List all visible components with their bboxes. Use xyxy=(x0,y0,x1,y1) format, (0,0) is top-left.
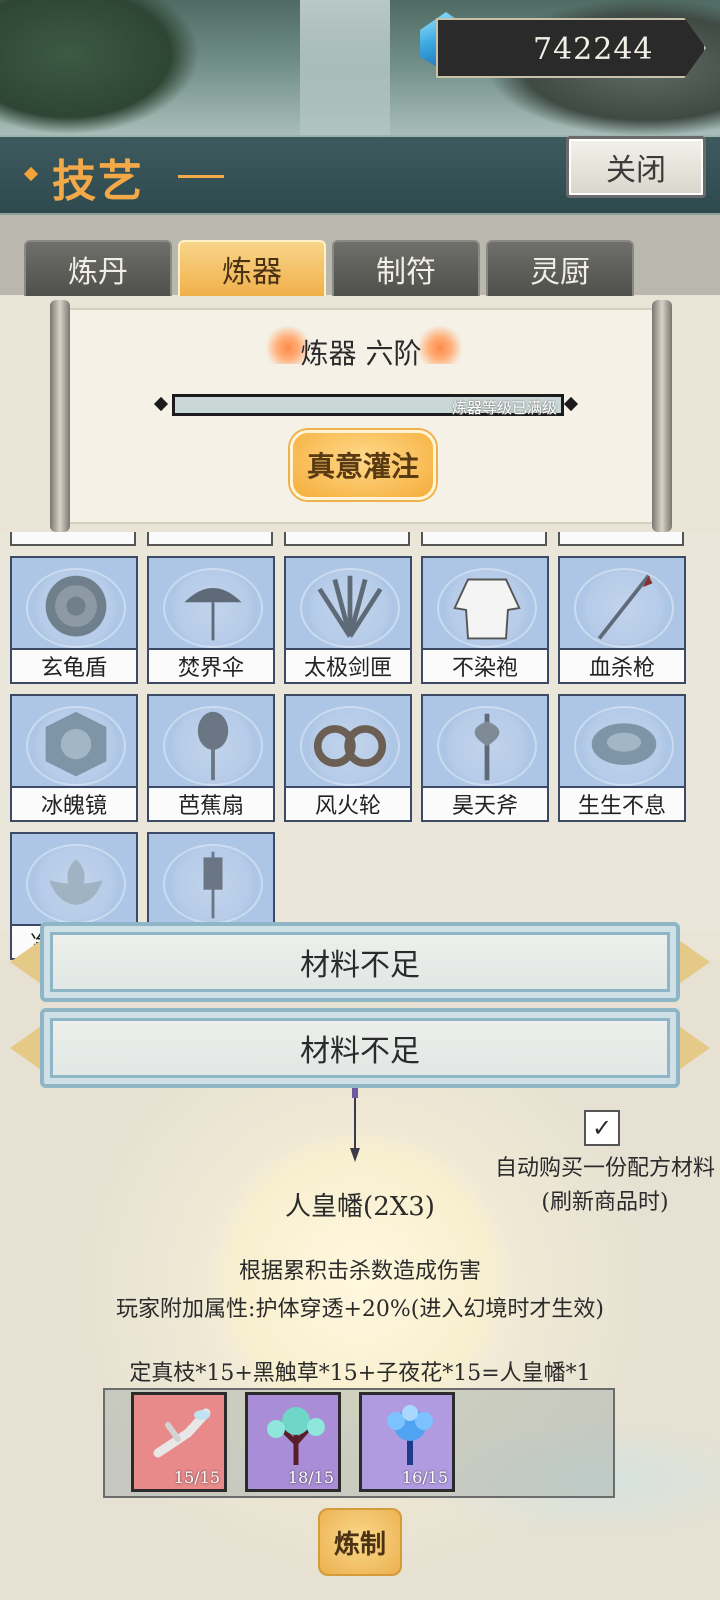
title-underline xyxy=(178,175,224,178)
scroll-rod-right xyxy=(652,300,672,532)
recipe-item[interactable]: 太极剑匣 xyxy=(284,556,412,684)
item-label: 昊天斧 xyxy=(423,786,547,820)
rank-title: 炼器 六阶 xyxy=(300,337,422,370)
item-icon xyxy=(203,851,223,919)
item-icon xyxy=(453,578,521,640)
recipe-item[interactable]: 生生不息 xyxy=(558,694,686,822)
recipe-item[interactable]: 芭蕉扇 xyxy=(147,694,275,822)
banner-weapon-icon xyxy=(350,1088,360,1162)
page-title: 技艺 xyxy=(52,156,144,207)
recipe-item[interactable]: 血杀枪 xyxy=(558,556,686,684)
item-description: 根据累积击杀数造成伤害 xyxy=(238,1259,481,1284)
item-label: 生生不息 xyxy=(560,786,684,820)
rank-panel: 炼器 六阶 炼器等级已满级 真意灌注 xyxy=(50,300,672,532)
auto-buy-line1: 自动购买一份配方材料 xyxy=(494,1156,715,1181)
item-attribute: 玩家附加属性:护体穿透+20%(进入幻境时才生效) xyxy=(116,1297,604,1322)
currency-counter: 742244 xyxy=(436,18,706,78)
toast-text: 材料不足 xyxy=(300,1034,420,1069)
material-count: 16/15 xyxy=(401,1468,448,1487)
item-icon xyxy=(197,711,229,781)
tab-talisman[interactable]: 制符 xyxy=(332,240,480,296)
tab-forging[interactable]: 炼器 xyxy=(178,240,326,296)
material-slot[interactable]: 16/15 xyxy=(359,1392,455,1492)
grid-scrolled-row xyxy=(0,532,720,546)
item-icon xyxy=(184,588,242,641)
recipe-item[interactable]: 焚界伞 xyxy=(147,556,275,684)
material-slot[interactable]: 18/15 xyxy=(245,1392,341,1492)
item-label: 太极剑匣 xyxy=(286,648,410,682)
recipe-formula: 定真枝*15+黑触草*15+子夜花*15=人皇幡*1 xyxy=(129,1361,591,1386)
material-count: 18/15 xyxy=(287,1468,334,1487)
auto-buy-checkbox[interactable]: ✓ xyxy=(584,1110,620,1146)
item-name: 人皇幡(2X3) xyxy=(285,1192,435,1222)
recipe-item[interactable]: 玄龟盾 xyxy=(10,556,138,684)
recipe-item[interactable]: 不染袍 xyxy=(421,556,549,684)
craft-button[interactable]: 炼制 xyxy=(318,1508,402,1576)
title-ornament xyxy=(23,166,39,182)
branch-icon xyxy=(153,1408,211,1458)
progress-text: 炼器等级已满级 xyxy=(451,399,557,417)
item-label: 血杀枪 xyxy=(560,648,684,682)
item-icon xyxy=(49,859,103,905)
currency-amount: 742244 xyxy=(533,32,654,67)
material-slot[interactable]: 15/15 xyxy=(131,1392,227,1492)
recipe-item[interactable]: 冰魄镜 xyxy=(10,694,138,822)
item-icon xyxy=(45,711,107,777)
item-icon xyxy=(597,574,653,640)
item-label: 玄龟盾 xyxy=(12,648,136,682)
toast-message: 材料不足 xyxy=(10,922,710,1002)
item-icon xyxy=(317,575,383,638)
item-label: 风火轮 xyxy=(286,786,410,820)
item-label: 芭蕉扇 xyxy=(149,786,273,820)
item-icon xyxy=(313,725,387,767)
item-icon xyxy=(474,713,500,781)
toast-message: 材料不足 xyxy=(10,1008,710,1088)
item-label: 焚界伞 xyxy=(149,648,273,682)
infuse-button[interactable]: 真意灌注 xyxy=(290,430,436,500)
item-icon xyxy=(591,723,657,765)
material-count: 15/15 xyxy=(173,1468,220,1487)
recipe-item[interactable]: 昊天斧 xyxy=(421,694,549,822)
item-label: 冰魄镜 xyxy=(12,786,136,820)
tab-cooking[interactable]: 灵厨 xyxy=(486,240,634,296)
progress-cap-left xyxy=(153,396,169,412)
black-grass-icon xyxy=(267,1407,325,1465)
toast-text: 材料不足 xyxy=(300,948,420,983)
item-label: 不染袍 xyxy=(423,648,547,682)
progress-cap-right xyxy=(563,396,579,412)
item-icon xyxy=(45,575,107,637)
scroll-rod-left xyxy=(50,300,70,532)
close-button[interactable]: 关闭 xyxy=(566,136,706,198)
midnight-flower-icon xyxy=(387,1405,433,1465)
scroll-paper: 炼器 六阶 炼器等级已满级 真意灌注 xyxy=(66,308,656,524)
tab-alchemy[interactable]: 炼丹 xyxy=(24,240,172,296)
level-progress-bar: 炼器等级已满级 xyxy=(172,394,564,417)
recipe-item[interactable]: 风火轮 xyxy=(284,694,412,822)
